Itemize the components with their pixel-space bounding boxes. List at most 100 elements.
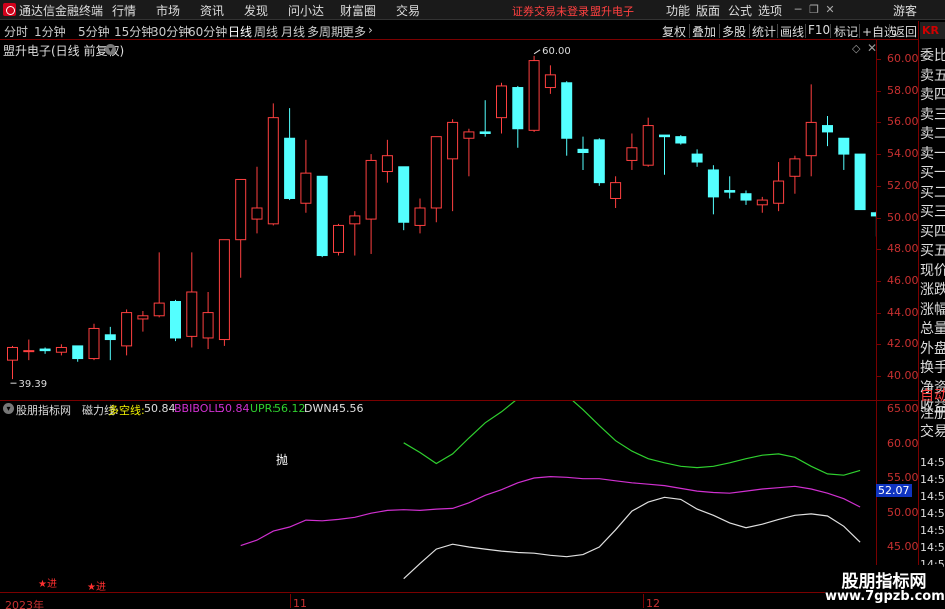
indicator-chart[interactable]	[0, 401, 876, 592]
tool-overlay[interactable]: 叠加	[692, 23, 716, 40]
tool-draw[interactable]: 画线	[780, 23, 804, 40]
menu-function[interactable]: 功能	[666, 2, 690, 19]
tool-mark[interactable]: 标记	[834, 23, 858, 40]
indicator-tick-label: 50.00	[887, 505, 919, 519]
quote-bottom-label[interactable]: 注册	[920, 403, 945, 423]
candle-body-up	[55, 346, 67, 353]
menu-trade[interactable]: 交易	[396, 2, 420, 19]
chevron-right-icon[interactable]: ›	[368, 23, 373, 37]
enter-signal-label: 进	[95, 582, 106, 593]
quote-panel-tab[interactable]: KR	[920, 22, 945, 39]
period-multi[interactable]: 多周期	[307, 23, 343, 40]
price-tick-mark	[877, 376, 881, 377]
menu-options[interactable]: 选项	[758, 2, 782, 19]
menu-layout[interactable]: 版面	[696, 2, 720, 19]
candle-body-up	[349, 215, 361, 225]
candle-body-down	[104, 334, 116, 341]
period-30min[interactable]: 30分钟	[151, 23, 190, 40]
candle	[740, 190, 752, 205]
tool-f10[interactable]: F10	[808, 23, 830, 37]
menu-wealth-circle[interactable]: 财富圈	[340, 2, 376, 19]
candle-body-up	[251, 207, 263, 220]
candle-body-up	[23, 350, 35, 353]
candle-body-up	[496, 85, 507, 119]
tool-add-watchlist[interactable]: +自选	[862, 23, 896, 40]
candle-body-up	[610, 182, 622, 199]
period-weekly[interactable]: 周线	[254, 23, 278, 40]
candle-body-down	[740, 193, 752, 201]
candle-body-up	[365, 159, 377, 220]
login-warning[interactable]: 证券交易未登录	[512, 3, 589, 19]
price-tick-mark	[877, 154, 881, 156]
quote-label: 外盘	[920, 340, 945, 357]
candle-body-up	[186, 291, 198, 337]
candle	[7, 345, 18, 380]
tool-separator	[777, 24, 778, 38]
price-tick-label: 52.00	[887, 178, 919, 192]
candle-body-up	[528, 60, 540, 131]
quote-label: 卖四	[920, 87, 945, 103]
indicator-tick-label: 45.00	[887, 540, 919, 553]
candle	[691, 149, 703, 167]
tool-back[interactable]: 返回	[893, 23, 917, 40]
trade-time: 14:56	[920, 490, 945, 503]
candle	[496, 82, 507, 134]
tool-adjust[interactable]: 复权	[662, 23, 686, 40]
guest-label[interactable]: 游客	[893, 2, 917, 19]
title-bar: 通达信金融终端 行情 市场 资讯 发现 问小达 财富圈 交易 证券交易未登录 盟…	[0, 0, 945, 20]
candle-body-up	[267, 117, 279, 225]
watermark-url: www.7gpzb.com	[825, 589, 945, 604]
menu-ask-xiaoda[interactable]: 问小达	[288, 2, 324, 19]
tool-multi-stock[interactable]: 多股	[722, 23, 746, 40]
candle	[153, 252, 165, 318]
menu-formula[interactable]: 公式	[728, 2, 752, 19]
period-daily[interactable]: 日线	[228, 23, 252, 40]
candle-body-down	[561, 82, 573, 139]
period-5min[interactable]: 5分钟	[78, 23, 110, 40]
selected-value-tag: 52.07	[876, 484, 912, 497]
candle	[137, 311, 149, 332]
menu-news[interactable]: 资讯	[200, 2, 224, 19]
price-tick-label: 48.00	[887, 242, 919, 256]
quote-bottom-label[interactable]: 交易	[920, 421, 945, 441]
period-15min[interactable]: 15分钟	[114, 23, 153, 40]
tool-stats[interactable]: 统计	[752, 23, 776, 40]
price-tick-mark	[877, 90, 881, 92]
period-bar: 分时 1分钟 5分钟 15分钟 30分钟 60分钟 日线 周线 月线 多周期 更…	[0, 21, 945, 40]
enter-signal: ★进	[38, 579, 57, 590]
quote-bottom-label[interactable]: 自动	[920, 385, 945, 405]
candle-body-up	[756, 199, 768, 206]
tool-separator	[805, 24, 806, 38]
period-1min[interactable]: 1分钟	[34, 23, 66, 40]
indicator-line-dwn	[403, 496, 861, 580]
quote-label: 买五	[920, 243, 945, 259]
menu-quotes[interactable]: 行情	[112, 2, 136, 19]
candle-body-up	[773, 180, 785, 204]
candle-body-up	[805, 121, 817, 157]
minimize-icon[interactable]: ─	[792, 4, 804, 16]
menu-market[interactable]: 市场	[156, 2, 180, 19]
price-tick-mark	[877, 122, 881, 124]
period-intraday[interactable]: 分时	[4, 23, 28, 40]
candle	[610, 176, 622, 208]
candle	[659, 134, 670, 175]
candle-body-down	[724, 190, 736, 193]
candle	[593, 138, 605, 186]
restore-icon[interactable]: ❐	[808, 4, 820, 16]
period-more[interactable]: 更多	[342, 23, 366, 40]
price-tick-mark	[877, 344, 881, 346]
price-tick-mark	[877, 249, 881, 251]
tool-separator	[749, 24, 750, 38]
candle	[675, 135, 687, 145]
title-stock-name: 盟升电子	[590, 5, 634, 18]
tool-separator	[859, 24, 860, 38]
candle	[23, 339, 35, 361]
quote-label: 换手	[920, 360, 945, 376]
price-tick-mark	[877, 312, 881, 314]
close-icon[interactable]: ✕	[824, 4, 836, 16]
period-monthly[interactable]: 月线	[281, 23, 305, 40]
candlestick-chart[interactable]: 60.00 39.39	[0, 40, 876, 400]
candle	[642, 117, 654, 167]
menu-discover[interactable]: 发现	[244, 2, 268, 19]
period-60min[interactable]: 60分钟	[188, 23, 227, 40]
